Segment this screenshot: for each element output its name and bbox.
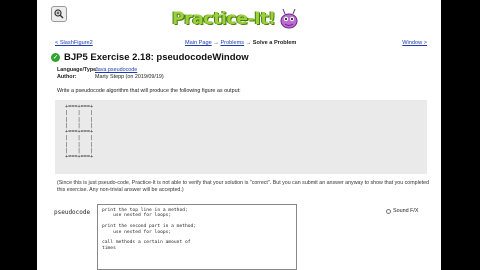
prev-problem-link[interactable]: < SlashFigure2: [55, 40, 93, 46]
problem-note: (Since this is just pseudo-code, Practic…: [57, 180, 430, 193]
zoom-in-icon: [54, 9, 64, 19]
problem-meta: Language/Type:Java pseudocode Author: Mar…: [57, 67, 164, 81]
breadcrumb-main-page[interactable]: Main Page: [185, 40, 212, 46]
practice-it-logo[interactable]: Practice-It!: [172, 4, 300, 34]
breadcrumb: Main Page → Problems → Solve a Problem: [185, 40, 296, 46]
pseudocode-textarea[interactable]: print the top line in a method; use nest…: [97, 204, 297, 270]
bug-mascot-icon: [280, 8, 298, 29]
breadcrumb-problems[interactable]: Problems: [220, 40, 244, 46]
problem-title-row: ✓ BJP5 Exercise 2.18: pseudocodeWindow: [51, 52, 249, 63]
next-problem-nav: Window >: [402, 40, 427, 46]
next-problem-link[interactable]: Window >: [402, 40, 427, 46]
language-link[interactable]: Java pseudocode: [95, 67, 137, 73]
breadcrumb-separator: →: [244, 40, 253, 46]
problem-title: BJP5 Exercise 2.18: pseudocodeWindow: [64, 52, 249, 63]
author-key: Author:: [57, 74, 77, 80]
pseudocode-label: pseudocode: [54, 209, 91, 216]
breadcrumb-current: Solve a Problem: [252, 40, 297, 46]
author-value: Marty Stepp (on 2019/09/19): [95, 74, 164, 80]
prev-problem-nav: < SlashFigure2: [55, 40, 93, 46]
sound-fx-toggle[interactable]: Sound F/X: [386, 208, 418, 214]
language-key: Language/Type:: [57, 67, 98, 73]
sound-fx-radio[interactable]: [386, 208, 391, 214]
expected-output-figure: +===+===+ | | | | | | | | | +===+===+ | …: [55, 100, 427, 174]
figure-text: +===+===+ | | | | | | | | | +===+===+ | …: [65, 104, 94, 161]
problem-description: Write a pseudocode algorithm that will p…: [57, 88, 241, 94]
logo-text: Practice-It!: [172, 9, 276, 29]
page: Practice-It! < SlashFigure2 Main Page → …: [37, 0, 441, 270]
sound-fx-label: Sound F/X: [393, 208, 419, 214]
zoom-button[interactable]: [51, 6, 67, 22]
solved-check-icon: ✓: [51, 53, 60, 62]
